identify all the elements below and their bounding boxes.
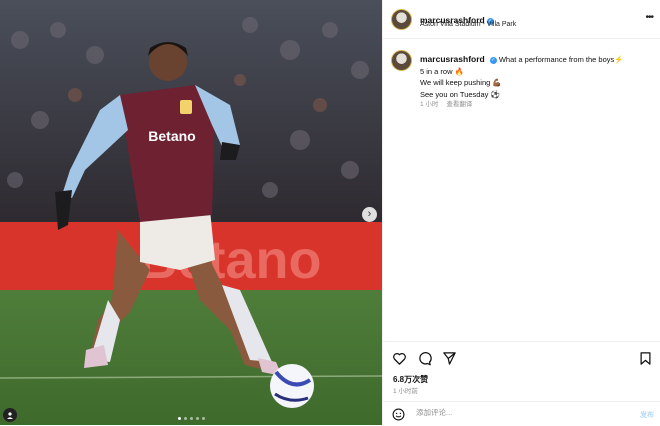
- post-timestamp[interactable]: 1 小时前: [393, 385, 418, 395]
- carousel-dot: [196, 417, 199, 420]
- caption-line: What a performance from the boys⚡: [498, 55, 624, 64]
- avatar[interactable]: [391, 50, 412, 71]
- verified-badge-icon: ✓: [489, 57, 497, 64]
- post-header: marcusrashford ✓ Aston Villa Stadium - Vi…: [383, 0, 660, 39]
- caption-text: marcusrashford ✓ What a performance from …: [420, 54, 655, 100]
- send-icon[interactable]: [442, 351, 457, 366]
- caption-age: 1 小时: [420, 101, 439, 108]
- more-horizontal-icon[interactable]: •••: [645, 12, 653, 23]
- emoji-icon[interactable]: [392, 408, 405, 421]
- caption-username[interactable]: marcusrashford: [420, 54, 485, 64]
- heart-icon[interactable]: [392, 351, 407, 366]
- location[interactable]: Aston Villa Stadium - Villa Park: [420, 21, 516, 28]
- comment-bar: 发布: [383, 401, 660, 426]
- post-photo[interactable]: Betano Betano ›: [0, 0, 382, 425]
- carousel-dots: [178, 417, 205, 420]
- soccer-ball: [270, 364, 314, 408]
- carousel-dot: [184, 417, 187, 420]
- avatar[interactable]: [391, 9, 412, 30]
- post-side-panel: marcusrashford ✓ Aston Villa Stadium - Vi…: [382, 0, 660, 425]
- user-tag-icon[interactable]: [3, 408, 17, 422]
- action-bar: [383, 341, 660, 366]
- caption-line: We will keep pushing 💪🏾: [420, 78, 502, 87]
- caption-line: 5 in a row 🔥: [420, 66, 464, 76]
- caption-meta: 1 小时 查看翻译: [420, 98, 480, 108]
- bookmark-icon[interactable]: [638, 351, 653, 366]
- carousel-dot: [190, 417, 193, 420]
- post-comment-button[interactable]: 发布: [640, 410, 654, 420]
- comment-input[interactable]: [414, 407, 618, 418]
- carousel-dot: [178, 417, 181, 420]
- likes-count[interactable]: 6.8万次赞: [393, 374, 428, 385]
- photo-image: Betano Betano: [0, 0, 382, 425]
- carousel-dot: [202, 417, 205, 420]
- shirt-sponsor: Betano: [148, 128, 195, 144]
- comment-icon[interactable]: [417, 351, 432, 366]
- chevron-right-icon[interactable]: ›: [362, 207, 377, 222]
- see-translation-link[interactable]: 查看翻译: [446, 101, 472, 108]
